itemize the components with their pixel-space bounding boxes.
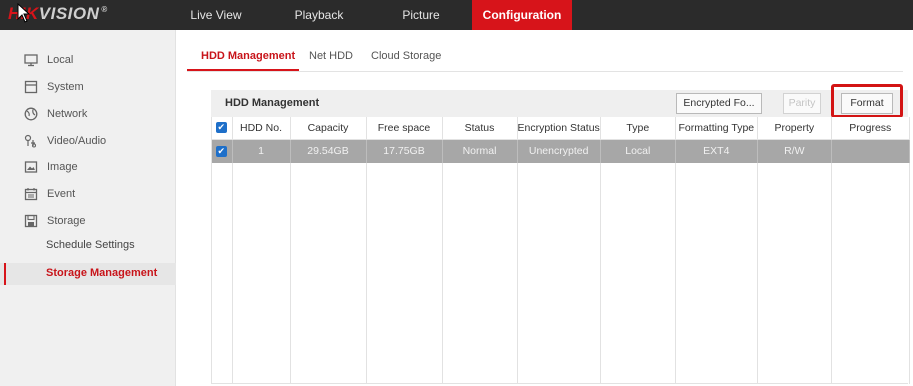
column-header[interactable]: Property <box>757 117 832 140</box>
parity-button[interactable]: Parity <box>783 93 821 114</box>
sidebar-item-label: Video/Audio <box>47 135 107 147</box>
column-header[interactable]: Capacity <box>290 117 367 140</box>
hdd-panel-header: HDD Management Encrypted Fo... Parity Fo… <box>211 90 908 117</box>
select-all-checkbox[interactable]: ✔ <box>211 117 233 140</box>
column-header[interactable]: Encryption Status <box>517 117 601 140</box>
sidebar-item-image[interactable]: Image <box>0 156 176 178</box>
sidebar-item-storage[interactable]: Storage <box>0 210 176 232</box>
image-icon <box>24 160 38 174</box>
table-row[interactable]: ✔ 1 29.54GB 17.75GB Normal Unencrypted L… <box>211 139 910 163</box>
sidebar-subitem-storage-management[interactable]: Storage Management <box>0 263 176 285</box>
cell-progress <box>831 139 910 163</box>
tab-divider <box>187 71 903 72</box>
sidebar: Local System Network Video/Audio Image E… <box>0 30 176 386</box>
mouse-cursor-icon <box>17 3 31 23</box>
format-button-highlight <box>831 84 903 118</box>
column-header[interactable]: Status <box>442 117 518 140</box>
cell-property: R/W <box>757 139 832 163</box>
sidebar-subitem-label: Storage Management <box>46 267 158 279</box>
table-header-row: ✔ HDD No. Capacity Free space Status Enc… <box>211 117 910 140</box>
tab-hdd-management[interactable]: HDD Management <box>187 42 299 71</box>
sidebar-subitem-schedule-settings[interactable]: Schedule Settings <box>0 235 176 257</box>
column-header[interactable]: Free space <box>366 117 443 140</box>
encrypted-format-button[interactable]: Encrypted Fo... <box>676 93 762 114</box>
floppy-icon <box>24 214 38 228</box>
sidebar-item-event[interactable]: Event <box>0 183 176 205</box>
audio-video-icon <box>24 134 38 148</box>
sidebar-item-label: Local <box>47 54 74 66</box>
sidebar-item-label: Network <box>47 108 88 120</box>
top-navigation-bar: HIKVISION® Live View Playback Picture Co… <box>0 0 913 30</box>
sidebar-item-system[interactable]: System <box>0 76 176 98</box>
nav-picture[interactable]: Picture <box>383 0 459 30</box>
sidebar-item-label: Storage <box>47 215 86 227</box>
tab-cloud-storage[interactable]: Cloud Storage <box>371 42 451 70</box>
column-header[interactable]: HDD No. <box>232 117 291 140</box>
cell-type: Local <box>600 139 676 163</box>
nav-live-view[interactable]: Live View <box>176 0 256 30</box>
cell-formatting-type: EXT4 <box>675 139 758 163</box>
tab-net-hdd[interactable]: Net HDD <box>309 42 359 70</box>
sidebar-item-label: Event <box>47 188 76 200</box>
checkmark-icon: ✔ <box>215 145 227 157</box>
row-checkbox[interactable]: ✔ <box>211 139 233 163</box>
sidebar-item-label: System <box>47 81 84 93</box>
sidebar-item-local[interactable]: Local <box>0 49 176 71</box>
column-header[interactable]: Formatting Type <box>675 117 758 140</box>
checkmark-icon: ✔ <box>215 122 227 134</box>
cell-free-space: 17.75GB <box>366 139 443 163</box>
panel-title: HDD Management <box>225 97 320 109</box>
nav-playback[interactable]: Playback <box>280 0 358 30</box>
table-bottom-border <box>211 383 908 384</box>
sidebar-item-network[interactable]: Network <box>0 103 176 125</box>
nav-configuration[interactable]: Configuration <box>472 0 572 30</box>
column-header[interactable]: Type <box>600 117 676 140</box>
table-empty-area <box>211 163 910 384</box>
cell-hdd-no: 1 <box>232 139 291 163</box>
globe-icon <box>24 107 38 121</box>
cell-capacity: 29.54GB <box>290 139 367 163</box>
monitor-icon <box>24 53 38 67</box>
sidebar-item-label: Image <box>47 161 78 173</box>
table-left-border <box>211 117 212 384</box>
sidebar-subitem-label: Schedule Settings <box>46 239 135 251</box>
column-header[interactable]: Progress <box>831 117 910 140</box>
cell-status: Normal <box>442 139 518 163</box>
sidebar-item-video-audio[interactable]: Video/Audio <box>0 130 176 152</box>
calendar-icon <box>24 187 38 201</box>
system-icon <box>24 80 38 94</box>
hdd-table: ✔ HDD No. Capacity Free space Status Enc… <box>211 117 910 384</box>
cell-encryption-status: Unencrypted <box>517 139 601 163</box>
